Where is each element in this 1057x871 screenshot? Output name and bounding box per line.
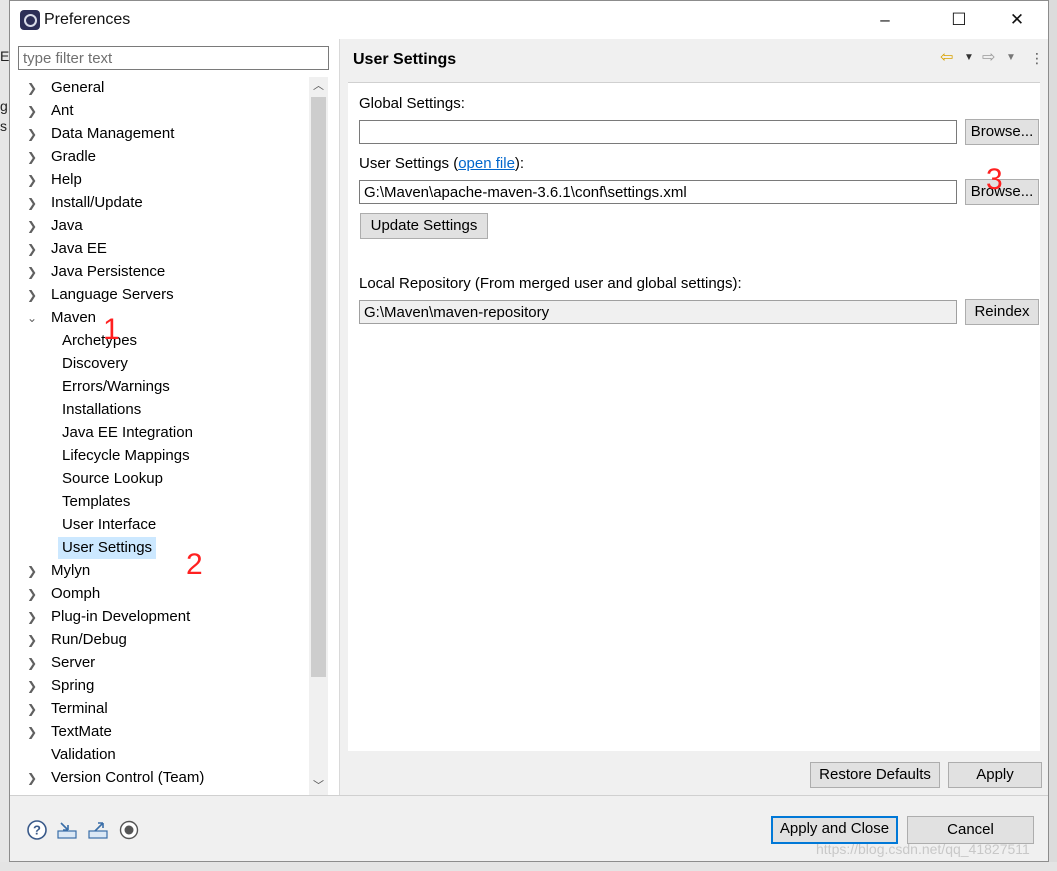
global-settings-label: Global Settings: [359,95,465,112]
chevron-right-icon[interactable]: ❯ [25,583,39,605]
chevron-right-icon[interactable]: ❯ [25,629,39,651]
chevron-right-icon[interactable]: ❯ [25,77,39,99]
chevron-right-icon[interactable]: ❯ [25,146,39,168]
maximize-button[interactable]: ☐ [936,1,982,39]
background-app-edge-right [1049,0,1057,871]
user-settings-label: User Settings (open file): [359,155,525,172]
forward-dropdown-icon[interactable]: ▼ [1006,49,1016,67]
chevron-right-icon[interactable]: ❯ [25,721,39,743]
minimize-button[interactable]: – [862,1,908,39]
chevron-right-icon[interactable]: ❯ [25,123,39,145]
chevron-right-icon[interactable]: ❯ [25,192,39,214]
apply-button[interactable]: Apply [948,762,1042,788]
chevron-right-icon[interactable]: ❯ [25,284,39,306]
user-settings-input[interactable] [359,180,957,204]
chevron-right-icon[interactable]: ❯ [25,675,39,697]
cancel-button[interactable]: Cancel [907,816,1034,844]
background-app-edge-bottom [0,862,1057,871]
help-icon[interactable]: ? [26,819,48,841]
open-file-link[interactable]: open file [458,155,515,172]
restore-defaults-button[interactable]: Restore Defaults [810,762,940,788]
chevron-right-icon[interactable]: ❯ [25,215,39,237]
import-icon[interactable] [56,819,78,841]
preferences-dialog: Preferences – ☐ ✕ ❯General ❯Ant ❯Data Ma… [9,0,1049,862]
back-arrow-icon[interactable]: ⇦ [940,49,953,67]
eclipse-app-icon [20,10,40,30]
svg-text:?: ? [33,823,41,838]
chevron-right-icon[interactable]: ❯ [25,652,39,674]
close-button[interactable]: ✕ [994,1,1040,39]
global-settings-input[interactable] [359,120,957,144]
tree-scrollbar[interactable]: ︿ ﹀ [309,77,328,795]
watermark-text: https://blog.csdn.net/qq_41827511 [816,841,1030,857]
footer-divider [10,795,1048,796]
chevron-right-icon[interactable]: ❯ [25,169,39,191]
chevron-right-icon[interactable]: ❯ [25,606,39,628]
title-bar[interactable]: Preferences – ☐ ✕ [10,1,1048,39]
page-title: User Settings [353,51,457,68]
update-settings-button[interactable]: Update Settings [360,213,488,239]
apply-and-close-button[interactable]: Apply and Close [771,816,898,844]
chevron-right-icon[interactable]: ❯ [25,698,39,720]
chevron-right-icon[interactable]: ❯ [25,238,39,260]
background-app-edge: E g s [0,0,9,871]
forward-arrow-icon[interactable]: ⇨ [982,49,995,67]
window-title: Preferences [44,11,131,28]
chevron-right-icon[interactable]: ❯ [25,261,39,283]
export-icon[interactable] [87,819,109,841]
reindex-button[interactable]: Reindex [965,299,1039,325]
background-text: g [0,98,8,114]
settings-content: Global Settings: Browse... User Settings… [348,83,1040,751]
local-repository-label: Local Repository (From merged user and g… [359,275,742,292]
scroll-up-arrow-icon[interactable]: ︿ [309,77,328,95]
background-text: E [0,48,10,64]
chevron-right-icon[interactable]: ❯ [25,100,39,122]
scrollbar-thumb[interactable] [311,97,326,677]
background-text: s [0,118,7,134]
global-browse-button[interactable]: Browse... [965,119,1039,145]
preferences-tree-pane: ❯General ❯Ant ❯Data Management ❯Gradle ❯… [10,39,340,795]
chevron-right-icon[interactable]: ❯ [25,560,39,582]
annotation-number-2: 2 [186,548,203,581]
chevron-down-icon[interactable]: ⌄ [25,307,39,329]
annotation-number-1: 1 [103,313,120,346]
filter-input[interactable] [18,46,329,70]
preference-page: User Settings ⇦ ▼ ⇨ ▼ ⋮ Global Settings:… [340,39,1048,795]
view-menu-icon[interactable]: ⋮ [1030,49,1044,67]
annotation-number-3: 3 [986,163,1003,196]
back-dropdown-icon[interactable]: ▼ [964,49,974,67]
local-repository-input [359,300,957,324]
chevron-right-icon[interactable]: ❯ [25,767,39,789]
record-icon[interactable] [118,819,140,841]
scroll-down-arrow-icon[interactable]: ﹀ [309,777,328,795]
